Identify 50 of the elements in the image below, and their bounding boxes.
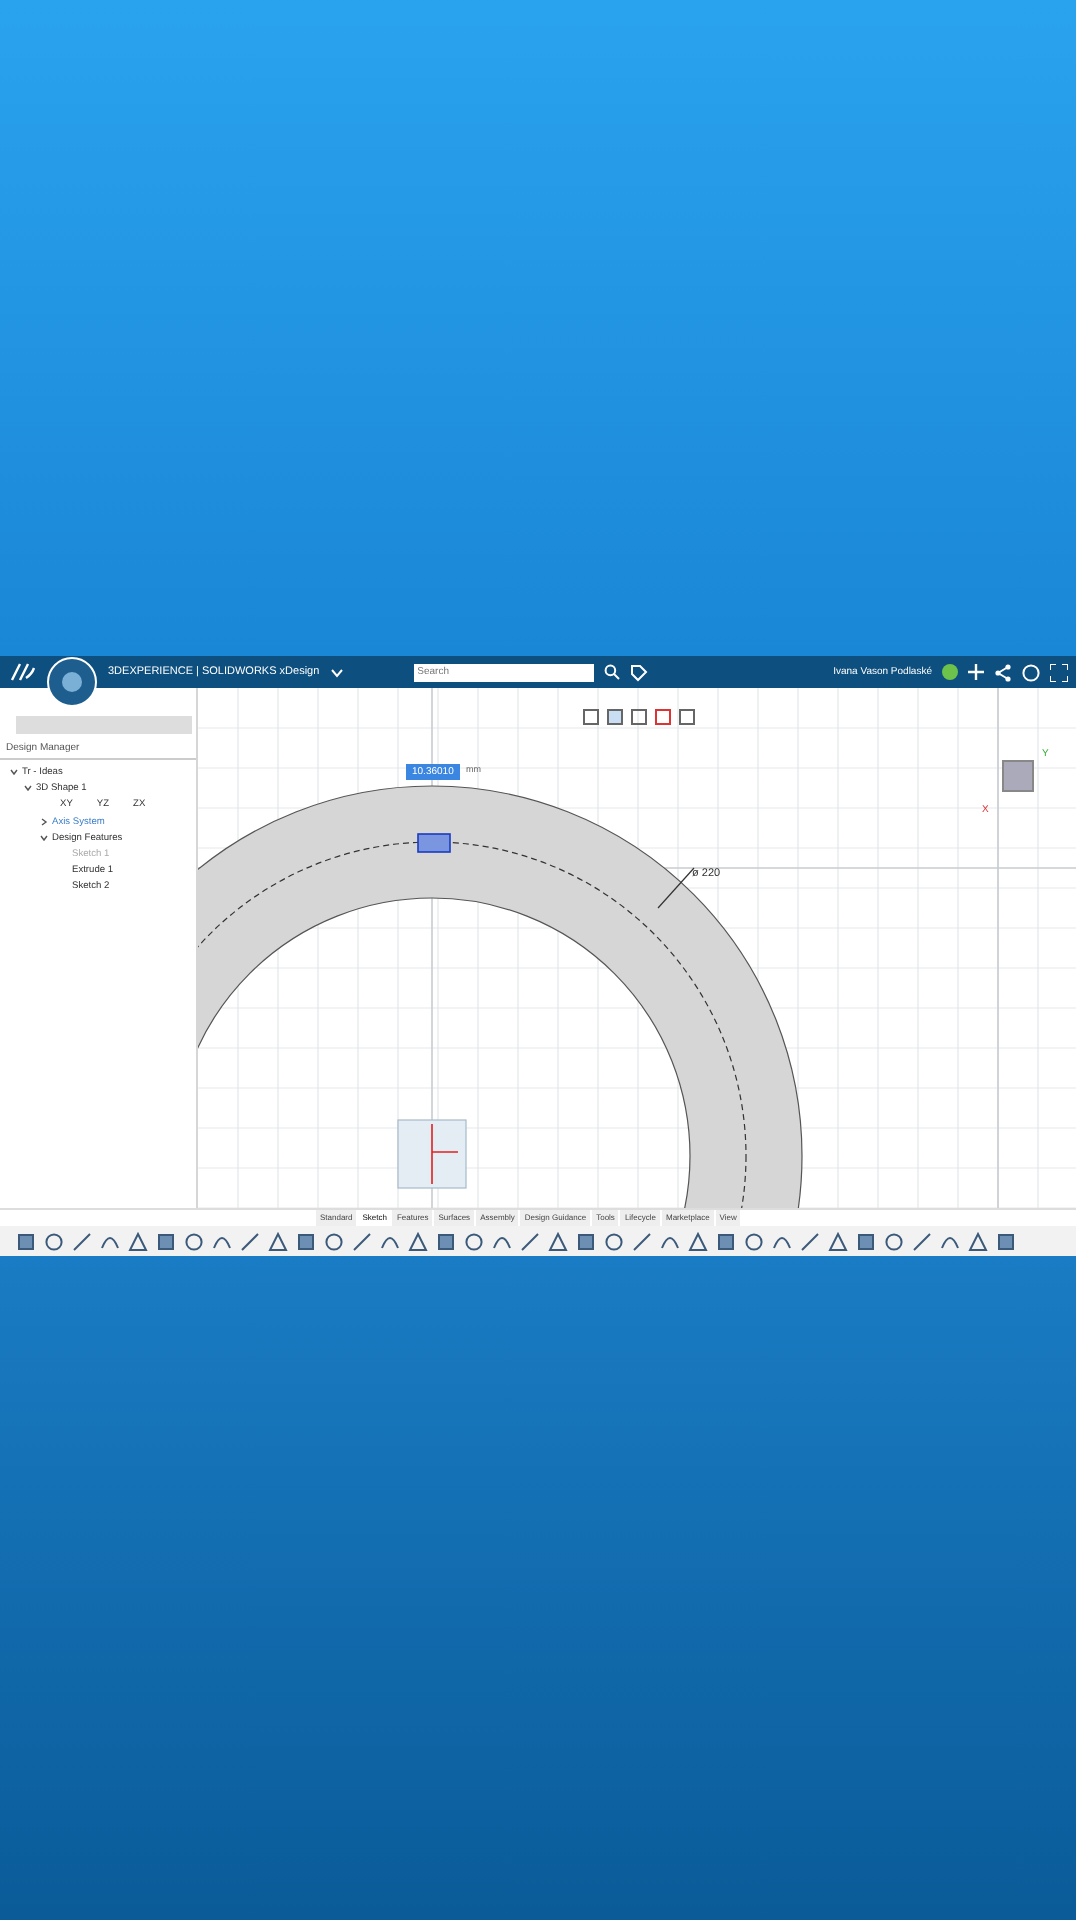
caret-icon[interactable] [40, 834, 48, 842]
avatar-icon[interactable] [942, 664, 958, 680]
circle-icon[interactable] [744, 1231, 764, 1251]
triangle-icon[interactable] [268, 1231, 288, 1251]
fullscreen-icon[interactable] [1050, 663, 1068, 681]
chevron-icon[interactable] [329, 667, 344, 677]
arc-icon[interactable] [212, 1231, 232, 1251]
circle-icon[interactable] [464, 1231, 484, 1251]
triangle-icon[interactable] [128, 1231, 148, 1251]
line-icon[interactable] [520, 1231, 540, 1251]
triangle-icon[interactable] [548, 1231, 568, 1251]
square-icon[interactable] [436, 1231, 456, 1251]
search-icon[interactable] [603, 664, 620, 680]
square-icon[interactable] [716, 1231, 736, 1251]
square-icon[interactable] [296, 1231, 316, 1251]
arc-icon[interactable] [380, 1231, 400, 1251]
help-icon[interactable] [1022, 663, 1040, 681]
arc-icon[interactable] [100, 1231, 120, 1251]
plus-icon[interactable] [968, 664, 984, 680]
triangle-icon[interactable] [968, 1231, 988, 1251]
square-icon[interactable] [156, 1231, 176, 1251]
triangle-icon[interactable] [688, 1231, 708, 1251]
circle-icon[interactable] [324, 1231, 344, 1251]
circle-icon[interactable] [184, 1231, 204, 1251]
share-icon[interactable] [994, 663, 1012, 681]
logo-icon [8, 660, 36, 684]
line-icon[interactable] [352, 1231, 372, 1251]
line-icon[interactable] [72, 1231, 92, 1251]
caret-icon[interactable] [24, 784, 32, 792]
square-icon[interactable] [576, 1231, 596, 1251]
arc-icon[interactable] [492, 1231, 512, 1251]
square-icon[interactable] [16, 1231, 36, 1251]
filter-field[interactable] [16, 716, 192, 734]
square-icon[interactable] [996, 1231, 1016, 1251]
arc-icon[interactable] [772, 1231, 792, 1251]
caret-icon[interactable] [10, 768, 18, 776]
circle-icon[interactable] [884, 1231, 904, 1251]
arc-icon[interactable] [940, 1231, 960, 1251]
square-icon[interactable] [856, 1231, 876, 1251]
line-icon[interactable] [632, 1231, 652, 1251]
caret-icon[interactable] [40, 818, 48, 826]
circle-icon[interactable] [604, 1231, 624, 1251]
line-icon[interactable] [240, 1231, 260, 1251]
arc-icon[interactable] [660, 1231, 680, 1251]
line-icon[interactable] [800, 1231, 820, 1251]
triangle-icon[interactable] [828, 1231, 848, 1251]
triangle-icon[interactable] [408, 1231, 428, 1251]
line-icon[interactable] [912, 1231, 932, 1251]
tag-icon[interactable] [629, 663, 648, 681]
circle-icon[interactable] [44, 1231, 64, 1251]
